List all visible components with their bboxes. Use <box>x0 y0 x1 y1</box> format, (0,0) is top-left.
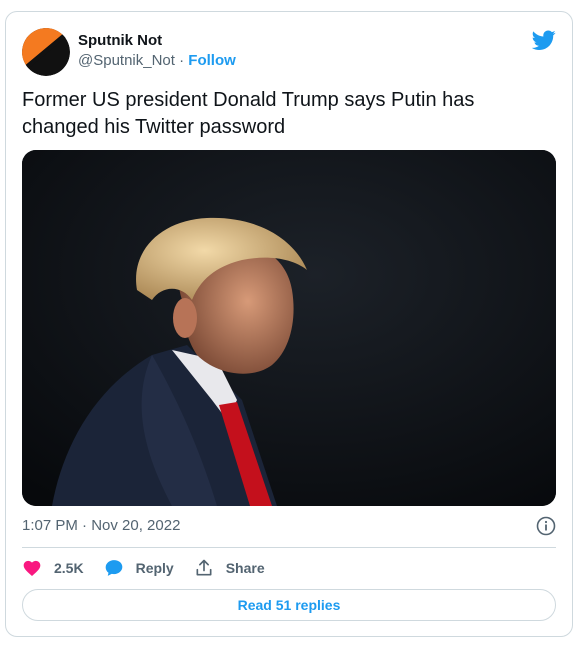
reply-button[interactable]: Reply <box>104 558 174 578</box>
read-replies-button[interactable]: Read 51 replies <box>22 589 556 621</box>
handle-separator: · <box>179 52 185 69</box>
timestamp-row: 1:07 PM · Nov 20, 2022 <box>22 515 556 537</box>
like-count: 2.5K <box>54 560 84 576</box>
speech-bubble-icon <box>105 560 122 576</box>
avatar[interactable] <box>22 28 70 76</box>
tweet-text: Former US president Donald Trump says Pu… <box>22 89 475 138</box>
display-name[interactable]: Sputnik Not <box>78 31 236 51</box>
sputnik-logo-icon <box>22 28 70 76</box>
heart-icon <box>23 560 41 576</box>
handle[interactable]: @Sputnik_Not <box>78 52 175 69</box>
share-icon <box>196 559 212 576</box>
divider <box>22 547 556 548</box>
user-block: Sputnik Not @Sputnik_Not · Follow <box>78 31 236 71</box>
share-button[interactable]: Share <box>194 558 265 578</box>
timestamp[interactable]: 1:07 PM · Nov 20, 2022 <box>22 517 180 534</box>
like-button[interactable]: 2.5K <box>22 558 84 578</box>
tweet-header: Sputnik Not @Sputnik_Not · Follow <box>22 28 556 76</box>
handle-row: @Sputnik_Not · Follow <box>78 51 236 71</box>
tweet-photo[interactable] <box>22 150 556 506</box>
info-icon[interactable] <box>536 516 556 536</box>
share-label: Share <box>225 560 265 576</box>
portrait-photo <box>22 150 556 506</box>
reply-label: Reply <box>135 560 174 576</box>
action-bar: 2.5K Reply Share <box>22 556 556 580</box>
twitter-bird-icon[interactable] <box>532 28 556 52</box>
follow-link[interactable]: Follow <box>188 52 236 69</box>
tweet-card: Sputnik Not @Sputnik_Not · Follow Former… <box>5 11 573 637</box>
